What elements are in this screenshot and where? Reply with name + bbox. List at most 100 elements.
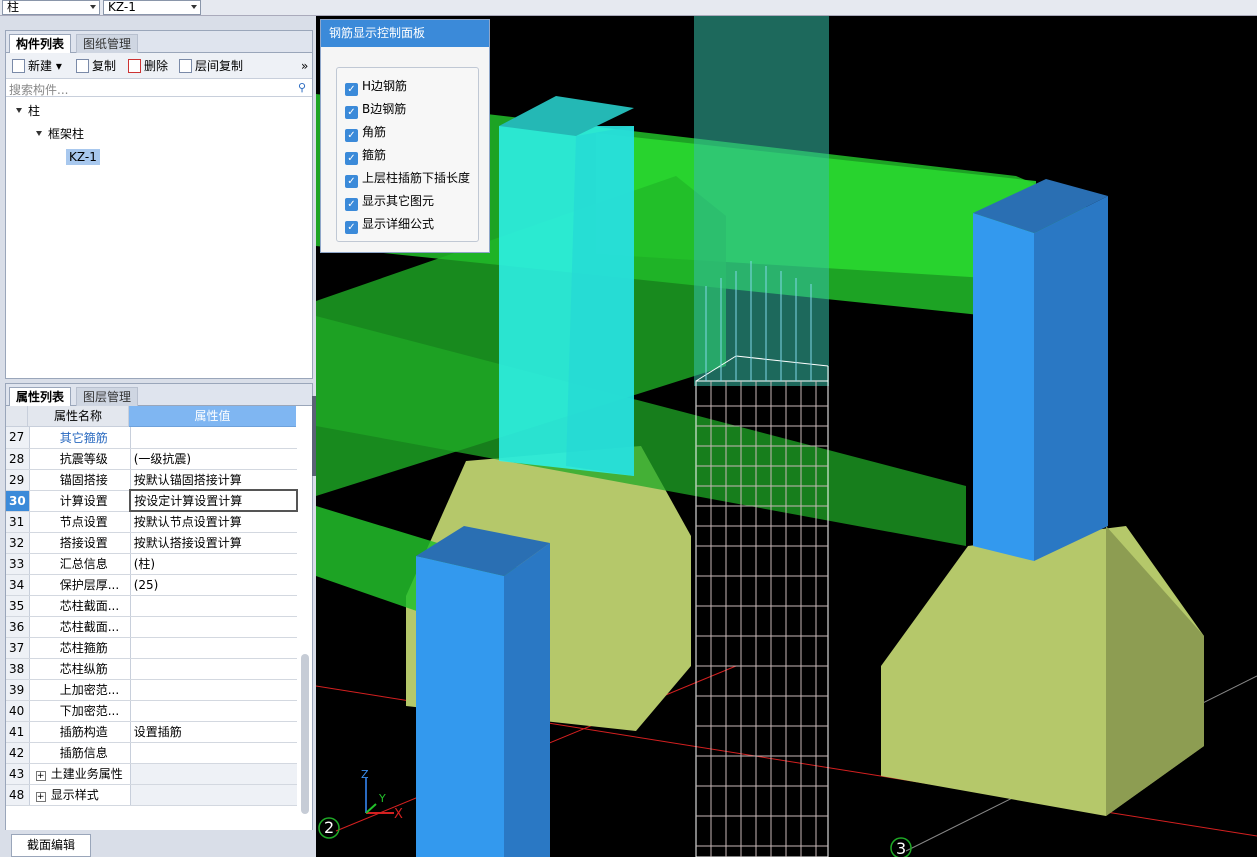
expand-plus-icon[interactable]: + xyxy=(35,771,46,781)
property-name: 芯柱截面... xyxy=(59,620,120,634)
table-row[interactable]: 38 芯柱纵筋 xyxy=(6,658,298,680)
property-value-cell[interactable] xyxy=(130,616,298,638)
grid-label-3: 3 xyxy=(896,839,907,857)
property-value-cell[interactable] xyxy=(130,763,298,785)
component-list-panel: × 构件列表 图纸管理 新建 ▾ 复制 删除 层间复制 » 搜索构件... ⚲ … xyxy=(5,30,313,379)
property-name: 芯柱截面... xyxy=(59,599,120,613)
row-number: 30 xyxy=(6,490,30,512)
property-tabs: 属性列表 图层管理 xyxy=(6,384,312,406)
table-row[interactable]: 27 其它箍筋 xyxy=(6,427,298,449)
property-value-cell[interactable]: 按默认节点设置计算 xyxy=(130,511,298,533)
property-value-cell[interactable]: 按默认搭接设置计算 xyxy=(130,532,298,554)
copy-button[interactable]: 复制 xyxy=(76,58,116,74)
property-name-cell: 插筋构造 xyxy=(29,721,131,743)
axis-y-label: Y xyxy=(379,792,386,805)
checkbox-b-side-rebar[interactable]: ✓ B边钢筋 xyxy=(345,101,406,119)
chevron-down-icon xyxy=(191,5,197,9)
tree-node-frame-column[interactable]: 框架柱 xyxy=(36,125,84,143)
table-row[interactable]: 35 芯柱截面... xyxy=(6,595,298,617)
property-value-cell[interactable] xyxy=(130,784,298,806)
checkbox-show-formula[interactable]: ✓ 显示详细公式 xyxy=(345,216,434,234)
table-row[interactable]: 41 插筋构造 设置插筋 xyxy=(6,721,298,743)
checkbox-h-side-rebar[interactable]: ✓ H边钢筋 xyxy=(345,78,407,96)
option-label: B边钢筋 xyxy=(362,102,407,116)
copy-icon xyxy=(76,59,89,73)
property-name: 土建业务属性 xyxy=(50,767,123,781)
new-button[interactable]: 新建 ▾ xyxy=(12,58,62,74)
row-number: 40 xyxy=(6,700,30,722)
table-row[interactable]: 31 节点设置 按默认节点设置计算 xyxy=(6,511,298,533)
component-name-select[interactable]: KZ-1 xyxy=(103,0,201,15)
table-row[interactable]: 43 + 土建业务属性 xyxy=(6,763,298,785)
table-row[interactable]: 32 搭接设置 按默认搭接设置计算 xyxy=(6,532,298,554)
tab-drawing-manage[interactable]: 图纸管理 xyxy=(76,34,139,53)
table-row[interactable]: 33 汇总信息 (柱) xyxy=(6,553,298,575)
property-name-cell: 搭接设置 xyxy=(29,532,131,554)
tab-component-list[interactable]: 构件列表 xyxy=(9,34,72,53)
more-icon[interactable]: » xyxy=(301,58,308,74)
property-name-cell: 计算设置 xyxy=(29,490,131,512)
component-type-select[interactable]: 柱 xyxy=(2,0,100,15)
property-name: 保护层厚... xyxy=(59,578,120,592)
tab-layer-manage[interactable]: 图层管理 xyxy=(76,387,139,406)
tree-node-column[interactable]: 柱 xyxy=(16,102,40,120)
property-name-cell: 芯柱纵筋 xyxy=(29,658,131,680)
table-row[interactable]: 28 抗震等级 (一级抗震) xyxy=(6,448,298,470)
property-value-cell[interactable] xyxy=(130,742,298,764)
tree-node-kz1[interactable]: KZ-1 xyxy=(66,148,100,166)
property-name-cell: 芯柱截面... xyxy=(29,616,131,638)
left-panel: × 构件列表 图纸管理 新建 ▾ 复制 删除 层间复制 » 搜索构件... ⚲ … xyxy=(0,16,316,857)
delete-button[interactable]: 删除 xyxy=(128,58,168,74)
property-value-cell[interactable]: (一级抗震) xyxy=(130,448,298,470)
property-value-cell[interactable]: 按设定计算设置计算 xyxy=(129,489,299,512)
property-name: 汇总信息 xyxy=(59,557,108,571)
property-value-cell[interactable] xyxy=(130,700,298,722)
property-value-cell[interactable]: (柱) xyxy=(130,553,298,575)
row-number: 39 xyxy=(6,679,30,701)
chevron-down-icon xyxy=(90,5,96,9)
property-name: 计算设置 xyxy=(59,494,108,508)
table-row[interactable]: 36 芯柱截面... xyxy=(6,616,298,638)
property-value-cell[interactable] xyxy=(130,637,298,659)
option-label: 箍筋 xyxy=(362,148,387,162)
header-property-name: 属性名称 xyxy=(28,406,129,427)
property-value-cell[interactable]: 设置插筋 xyxy=(130,721,298,743)
property-value-cell[interactable]: (25) xyxy=(130,574,298,596)
property-name: 芯柱纵筋 xyxy=(59,662,108,676)
property-name: 插筋构造 xyxy=(59,725,108,739)
property-value-cell[interactable] xyxy=(130,595,298,617)
option-label: H边钢筋 xyxy=(362,79,408,93)
table-row[interactable]: 40 下加密范... xyxy=(6,700,298,722)
expand-icon xyxy=(36,131,42,136)
property-value-cell[interactable] xyxy=(130,427,298,449)
checkbox-corner-rebar[interactable]: ✓ 角筋 xyxy=(345,124,386,142)
table-row[interactable]: 29 锚固搭接 按默认锚固搭接计算 xyxy=(6,469,298,491)
property-name-cell: + 显示样式 xyxy=(29,784,131,806)
table-row[interactable]: 30 计算设置 按设定计算设置计算 xyxy=(6,489,299,512)
row-number: 38 xyxy=(6,658,30,680)
table-row[interactable]: 42 插筋信息 xyxy=(6,742,298,764)
property-value-cell[interactable] xyxy=(130,679,298,701)
section-edit-button[interactable]: 截面编辑 xyxy=(11,834,91,857)
search-icon[interactable]: ⚲ xyxy=(298,81,306,94)
delete-label: 删除 xyxy=(144,59,169,73)
option-label: 上层柱插筋下插长度 xyxy=(362,171,471,185)
property-value-cell[interactable]: 按默认锚固搭接计算 xyxy=(130,469,298,491)
checkbox-stirrup[interactable]: ✓ 箍筋 xyxy=(345,147,386,165)
expand-plus-icon[interactable]: + xyxy=(35,792,46,802)
table-row[interactable]: 34 保护层厚... (25) xyxy=(6,574,298,596)
checkbox-upper-dowel-length[interactable]: ✓ 上层柱插筋下插长度 xyxy=(345,170,470,188)
check-icon: ✓ xyxy=(345,129,358,142)
checkbox-show-other-elements[interactable]: ✓ 显示其它图元 xyxy=(345,193,434,211)
table-row[interactable]: 39 上加密范... xyxy=(6,679,298,701)
floor-copy-button[interactable]: 层间复制 xyxy=(179,58,243,74)
search-input[interactable]: 搜索构件... ⚲ xyxy=(6,79,312,97)
tab-property-list[interactable]: 属性列表 xyxy=(9,387,72,406)
option-label: 显示其它图元 xyxy=(362,194,435,208)
property-scrollbar[interactable] xyxy=(301,654,309,814)
table-row[interactable]: 48 + 显示样式 xyxy=(6,784,298,806)
check-icon: ✓ xyxy=(345,175,358,188)
table-row[interactable]: 37 芯柱箍筋 xyxy=(6,637,298,659)
rebar-panel-title: 钢筋显示控制面板 xyxy=(321,20,489,47)
property-value-cell[interactable] xyxy=(130,658,298,680)
